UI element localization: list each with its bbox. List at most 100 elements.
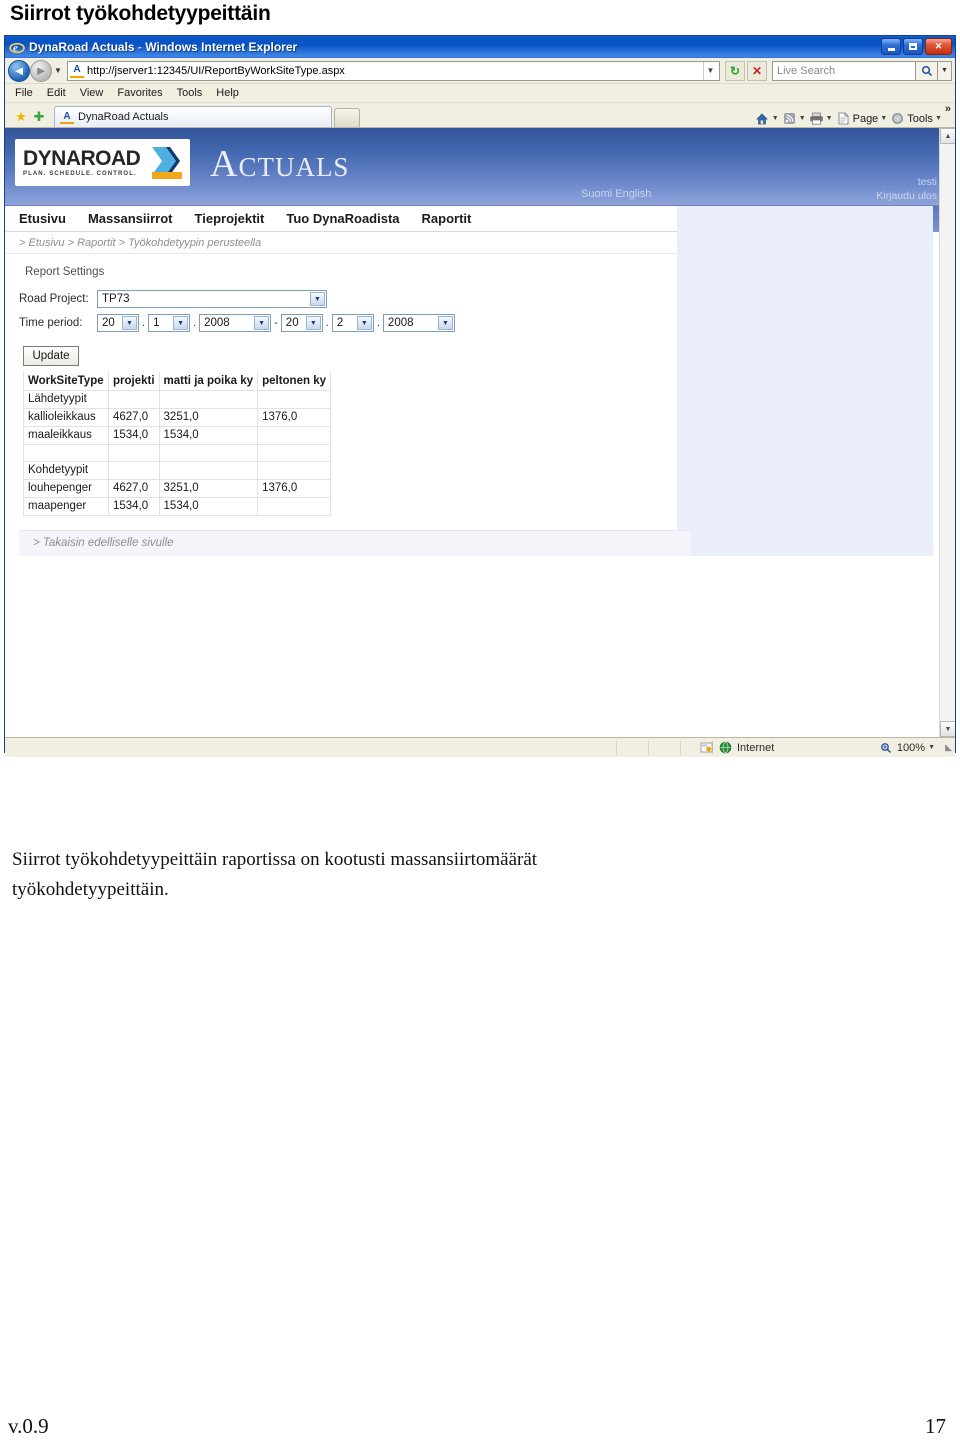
nav-item-massansiirrot[interactable]: Massansiirrot	[88, 211, 173, 226]
user-block: testi Kirjaudu ulos	[876, 175, 937, 203]
search-placeholder: Live Search	[777, 64, 836, 77]
browser-title-suffix: Windows Internet Explorer	[145, 40, 298, 54]
chevron-down-icon[interactable]: ▼	[254, 316, 270, 330]
menu-item-file[interactable]: File	[15, 87, 33, 99]
worksitetype-report-table: WorkSiteType projekti matti ja poika ky …	[23, 372, 331, 516]
zoom-caret-icon[interactable]: ▼	[928, 744, 935, 751]
cell-value	[107, 389, 160, 409]
nav-item-raportit[interactable]: Raportit	[422, 211, 472, 226]
logout-link[interactable]: Kirjaudu ulos	[876, 189, 937, 203]
browser-title-text: DynaRoad Actuals - Windows Internet Expl…	[29, 40, 297, 54]
chevron-down-icon[interactable]: ▼	[122, 316, 137, 330]
favorites-center-icon[interactable]: ★	[12, 107, 30, 127]
to-year-select[interactable]: 2008 ▼	[382, 314, 455, 332]
back-to-previous-page-link[interactable]: > Takaisin edelliselle sivulle	[19, 529, 691, 556]
time-period-row: Time period: 20 ▼ . 1 ▼ . 2008 ▼ - 20 ▼ …	[19, 314, 677, 332]
print-icon	[809, 111, 824, 126]
feeds-button[interactable]: ▼	[782, 111, 806, 126]
back-icon[interactable]: ◄	[8, 59, 30, 82]
window-controls: ✕	[881, 38, 952, 55]
from-month-select[interactable]: 1 ▼	[148, 314, 191, 332]
tools-caret-icon[interactable]: ▼	[935, 115, 942, 122]
to-day-select[interactable]: 20 ▼	[280, 314, 323, 332]
nav-item-tuo-dynaroadista[interactable]: Tuo DynaRoadista	[286, 211, 399, 226]
tools-menu-button[interactable]: Tools ▼	[890, 111, 942, 126]
home-caret-icon[interactable]: ▼	[772, 115, 779, 122]
column-header-worksitetype: WorkSiteType	[23, 372, 109, 391]
from-day-select[interactable]: 20 ▼	[97, 314, 139, 332]
url-dropdown-icon[interactable]: ▼	[703, 61, 717, 80]
resize-grip-icon[interactable]: ◣	[945, 742, 952, 753]
table-row: maapenger 1534,0 1534,0	[23, 496, 331, 516]
page-menu-button[interactable]: Page ▼	[836, 111, 887, 126]
cell-label	[23, 443, 109, 462]
gear-icon	[890, 111, 905, 126]
menu-item-edit[interactable]: Edit	[47, 87, 66, 99]
chevron-down-icon[interactable]: ▼	[305, 316, 321, 330]
range-separator: -	[274, 317, 278, 329]
scroll-down-icon[interactable]: ▼	[940, 721, 955, 737]
restore-button[interactable]	[903, 38, 923, 55]
menu-item-tools[interactable]: Tools	[177, 87, 203, 99]
table-row: louhepenger 4627,0 3251,0 1376,0	[23, 478, 331, 498]
print-button[interactable]: ▼	[809, 111, 833, 126]
history-dropdown-icon[interactable]: ▼	[52, 66, 64, 75]
forward-icon[interactable]: ►	[30, 59, 52, 82]
search-dropdown-icon[interactable]: ▼	[938, 60, 952, 81]
url-input[interactable]: A http://jserver1:12345/UI/ReportByWorkS…	[67, 60, 720, 81]
cell-value: 3251,0	[158, 407, 259, 427]
chevron-down-icon[interactable]: ▼	[310, 292, 325, 306]
nav-item-tieprojektit[interactable]: Tieprojektit	[195, 211, 265, 226]
stop-icon[interactable]: ✕	[747, 60, 767, 81]
menu-item-favorites[interactable]: Favorites	[117, 87, 162, 99]
menu-item-help[interactable]: Help	[216, 87, 239, 99]
close-button[interactable]: ✕	[925, 38, 952, 55]
scroll-up-icon[interactable]: ▲	[940, 128, 955, 144]
page-menu-label: Page	[852, 112, 879, 125]
cell-value	[257, 496, 331, 516]
chevron-down-icon[interactable]: ▼	[437, 316, 453, 330]
security-zone-indicator[interactable]: Internet	[699, 740, 774, 755]
search-icon[interactable]	[916, 60, 938, 81]
minimize-button[interactable]	[881, 38, 901, 55]
toolbar-overflow-icon[interactable]: »	[945, 103, 951, 115]
search-input[interactable]: Live Search	[772, 60, 916, 81]
new-tab-button[interactable]	[334, 108, 360, 127]
language-links[interactable]: Suomi English	[581, 188, 651, 200]
browser-title-app: DynaRoad Actuals	[29, 40, 135, 54]
page-caret-icon[interactable]: ▼	[880, 115, 887, 122]
chevron-down-icon[interactable]: ▼	[356, 316, 372, 330]
user-name: testi	[917, 176, 937, 188]
cell-value	[257, 460, 331, 480]
date-separator-dot: .	[325, 317, 329, 329]
nav-item-etusivu[interactable]: Etusivu	[19, 211, 66, 226]
vertical-scrollbar[interactable]: ▲ ▼	[939, 128, 955, 737]
home-button[interactable]: ▼	[755, 111, 779, 126]
cell-value: 3251,0	[158, 478, 259, 498]
refresh-icon[interactable]: ↻	[725, 60, 745, 81]
browser-window: e DynaRoad Actuals - Windows Internet Ex…	[4, 35, 956, 757]
cell-value	[107, 443, 160, 462]
tab-label: DynaRoad Actuals	[78, 111, 169, 123]
cell-value: 4627,0	[107, 407, 160, 427]
add-to-favorites-icon[interactable]: ✚	[30, 107, 48, 127]
road-project-select[interactable]: TP73 ▼	[97, 290, 327, 308]
url-text: http://jserver1:12345/UI/ReportByWorkSit…	[87, 64, 345, 77]
cell-value	[158, 460, 259, 480]
chevron-down-icon[interactable]: ▼	[173, 316, 189, 330]
date-separator-dot: .	[193, 317, 197, 329]
menu-item-view[interactable]: View	[80, 87, 104, 99]
table-row-spacer	[23, 443, 331, 462]
print-caret-icon[interactable]: ▼	[826, 115, 833, 122]
tab-dynaroad-actuals[interactable]: A DynaRoad Actuals	[54, 106, 332, 127]
from-year-select[interactable]: 2008 ▼	[199, 314, 272, 332]
cell-value	[158, 389, 259, 409]
to-month-select[interactable]: 2 ▼	[331, 314, 374, 332]
breadcrumb[interactable]: > Etusivu > Raportit > Työkohdetyypin pe…	[5, 232, 677, 254]
zoom-control[interactable]: 100% ▼	[879, 740, 935, 755]
cell-value	[107, 460, 160, 480]
cell-label: maaleikkaus	[23, 425, 109, 445]
update-button[interactable]: Update	[23, 346, 79, 366]
command-bar: ▼ ▼ ▼ Page ▼ Tools ▼ »	[755, 103, 951, 126]
app-header: DYNAROAD PLAN. SCHEDULE. CONTROL. Actual…	[5, 128, 949, 206]
